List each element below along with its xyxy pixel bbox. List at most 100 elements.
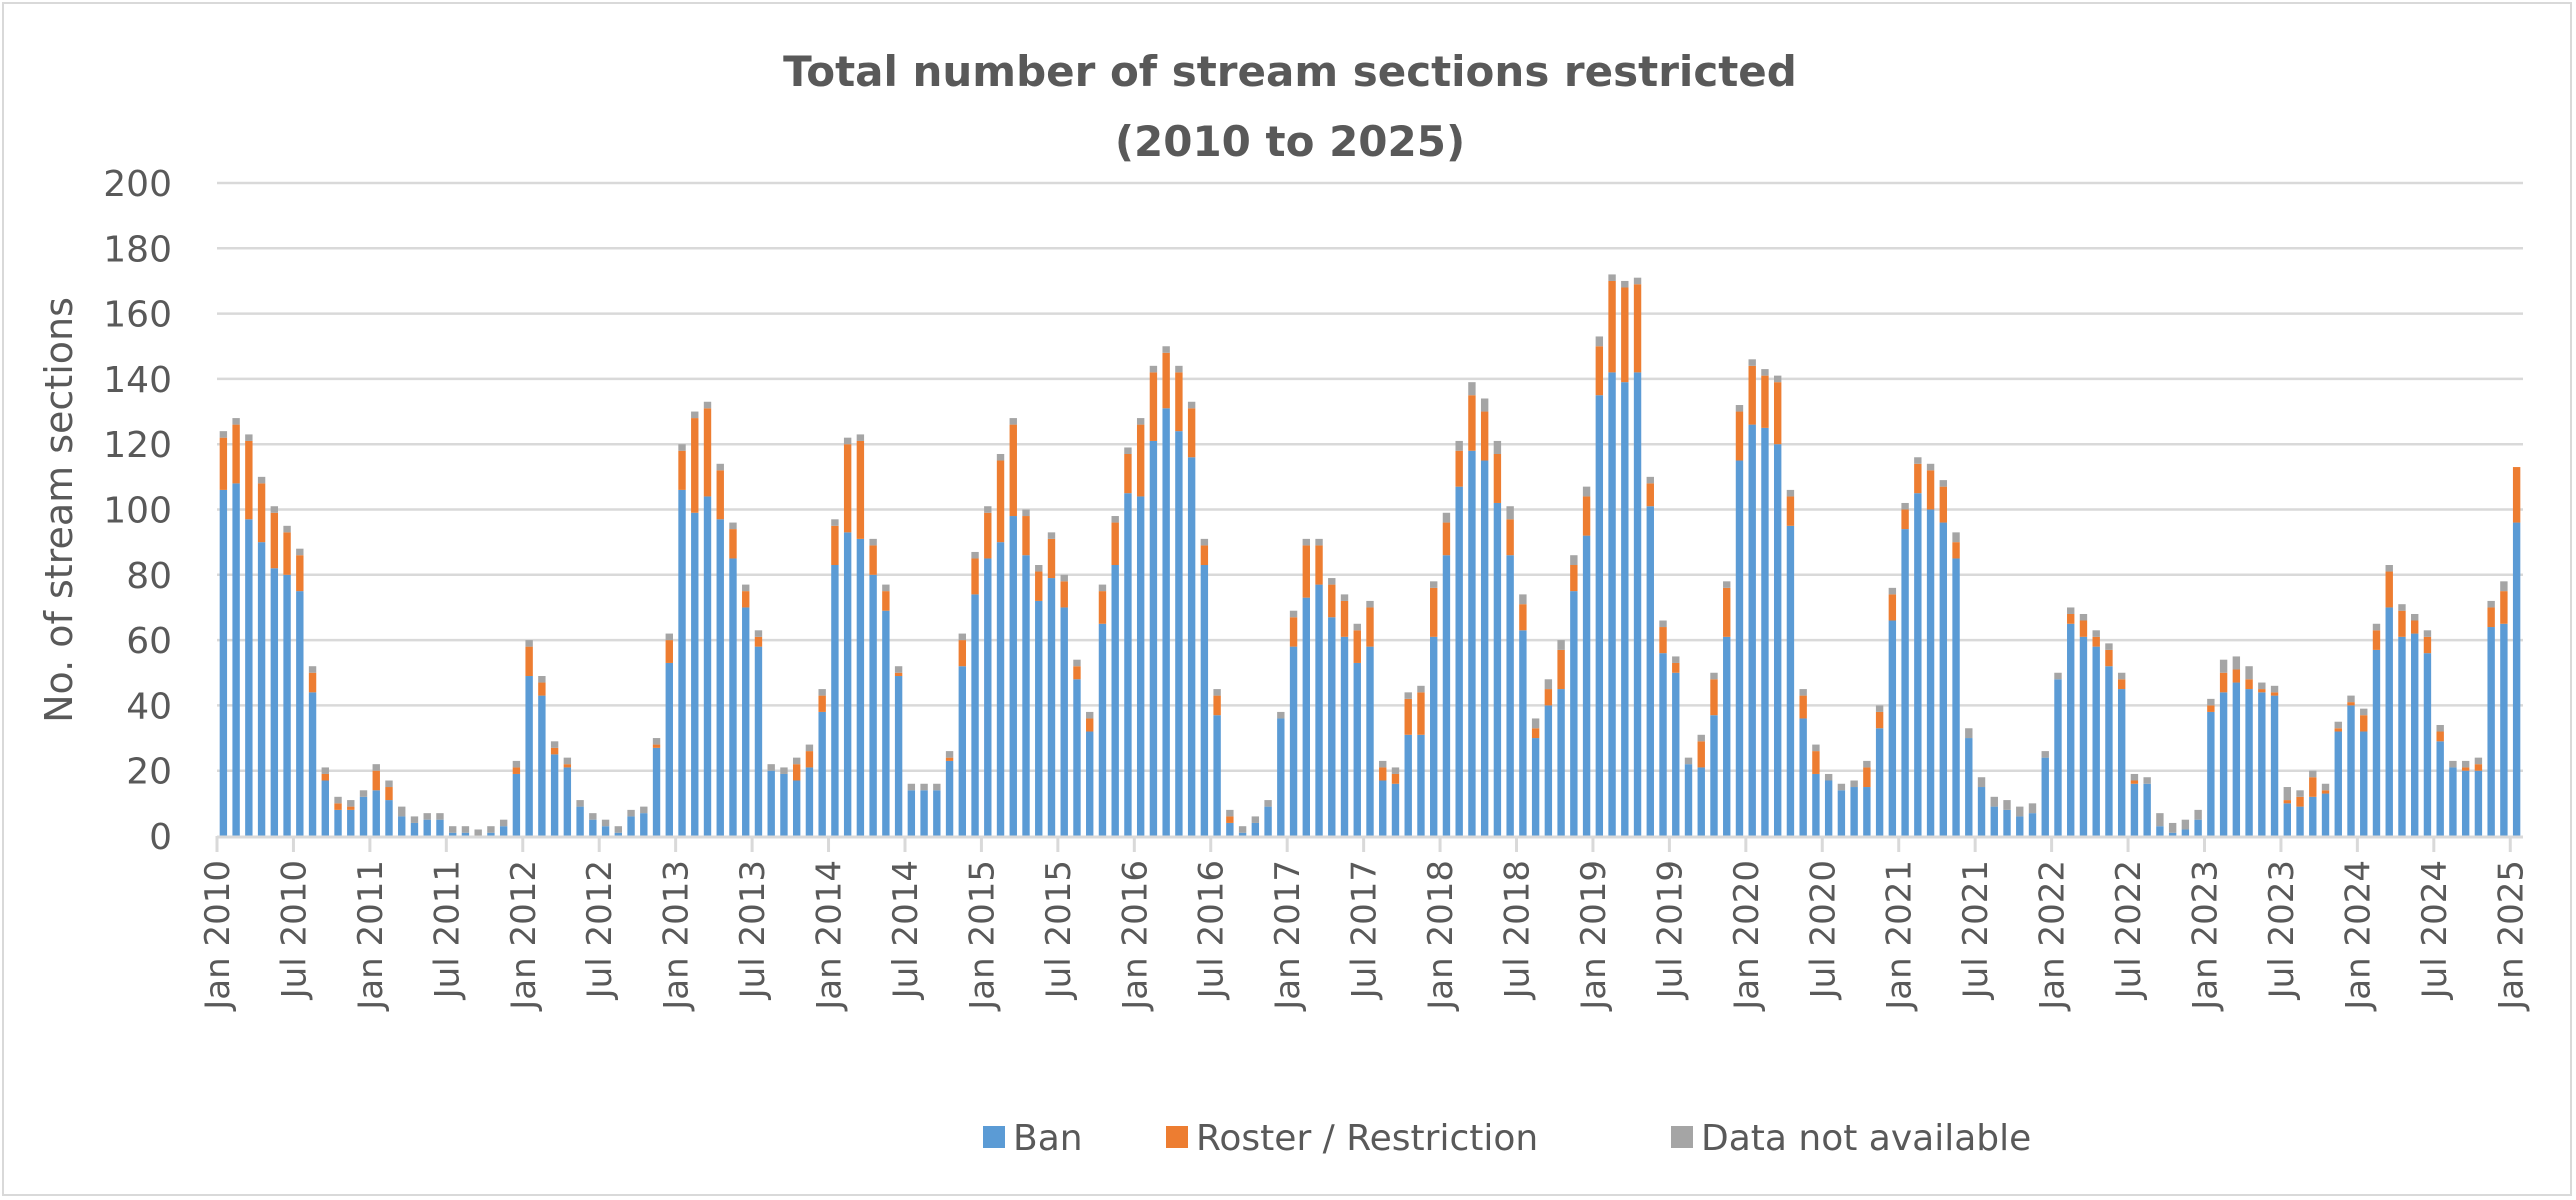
bar-roster-restriction	[1187, 408, 1196, 458]
bar-stack	[2309, 770, 2317, 836]
bar-stack	[2512, 467, 2521, 836]
bar-data-not-available	[1404, 692, 1412, 699]
bar-data-not-available	[2449, 760, 2457, 768]
legend-swatch	[1671, 1126, 1693, 1148]
bar-roster-restriction	[1761, 375, 1769, 428]
bar-stack	[907, 783, 916, 836]
x-tick-label: Jul 2010	[274, 860, 314, 1000]
bar-ban	[2092, 646, 2100, 836]
bar-data-not-available	[1328, 578, 1336, 585]
bar-roster-restriction	[1735, 411, 1744, 461]
bar-stack	[1723, 581, 1731, 836]
bar-ban	[1761, 427, 1769, 836]
bar-ban	[2461, 770, 2470, 836]
bar-data-not-available	[1659, 620, 1667, 628]
bar-stack	[665, 633, 673, 836]
bar-stack	[1098, 584, 1107, 836]
bar-stack	[1965, 728, 1973, 836]
bar-data-not-available	[1226, 809, 1234, 817]
bar-ban	[2130, 783, 2139, 836]
bar-ban	[2423, 653, 2432, 836]
bar-data-not-available	[640, 806, 648, 814]
x-tick-label: Jul 2017	[1345, 860, 1385, 1000]
bar-stack	[1149, 365, 1158, 836]
bar-stack	[2283, 787, 2291, 836]
bar-stack	[882, 584, 890, 836]
bar-data-not-available	[971, 551, 979, 559]
bar-ban	[780, 773, 788, 836]
bar-roster-restriction	[1939, 486, 1948, 523]
legend-item: Ban	[983, 1118, 1083, 1159]
bar-stack	[232, 418, 240, 836]
bar-stack	[1633, 277, 1642, 836]
bar-data-not-available	[831, 519, 839, 526]
bar-roster-restriction	[831, 525, 839, 566]
bar-roster-restriction	[1557, 649, 1565, 690]
bar-roster-restriction	[1149, 372, 1158, 441]
bar-stack	[652, 738, 661, 836]
bar-stack	[1761, 369, 1769, 836]
bar-stack	[716, 463, 724, 836]
bar-data-not-available	[945, 751, 954, 758]
bar-roster-restriction	[1404, 698, 1412, 735]
bar-stack	[2411, 613, 2419, 836]
bar-data-not-available	[1710, 672, 1718, 680]
bar-data-not-available	[1837, 783, 1846, 791]
bar-roster-restriction	[742, 591, 750, 608]
bar-stack	[984, 506, 992, 836]
bar-stack	[1506, 506, 1514, 836]
bar-stack	[1659, 620, 1667, 836]
bar-roster-restriction	[1417, 692, 1425, 735]
bar-data-not-available	[2219, 659, 2228, 673]
bar-ban	[1863, 787, 1871, 836]
bar-data-not-available	[2168, 822, 2177, 833]
y-tick-label: 180	[103, 229, 172, 270]
bar-ban	[1480, 460, 1489, 836]
bar-stack	[423, 813, 431, 836]
bar-roster-restriction	[843, 444, 852, 533]
x-tick-label: Jan 2011	[351, 860, 391, 1012]
bar-data-not-available	[563, 757, 572, 765]
bar-ban	[601, 826, 610, 836]
bar-data-not-available	[1213, 689, 1221, 696]
bar-stack	[1786, 489, 1795, 836]
bar-data-not-available	[321, 767, 329, 774]
legend-item: Data not available	[1671, 1118, 2031, 1159]
bar-roster-restriction	[1901, 509, 1909, 530]
bar-data-not-available	[2105, 643, 2113, 650]
bar-data-not-available	[410, 816, 419, 823]
bar-roster-restriction	[2245, 679, 2253, 690]
bar-data-not-available	[1582, 486, 1591, 497]
bar-ban	[2219, 692, 2228, 836]
bar-data-not-available	[1544, 679, 1553, 690]
bar-stack	[2398, 604, 2406, 836]
x-tick-label: Jan 2012	[504, 860, 544, 1012]
bar-roster-restriction	[1875, 711, 1884, 729]
bar-data-not-available	[334, 796, 342, 804]
bar-data-not-available	[742, 584, 750, 592]
bar-data-not-available	[1773, 375, 1782, 383]
bar-roster-restriction	[2092, 636, 2100, 647]
x-tick-label: Jan 2020	[1727, 860, 1767, 1012]
bar-stack	[1850, 780, 1858, 836]
bar-data-not-available	[1557, 640, 1565, 650]
bar-ban	[1391, 783, 1400, 836]
bar-ban	[2156, 826, 2164, 836]
bar-roster-restriction	[1379, 767, 1387, 781]
bar-data-not-available	[2321, 783, 2330, 791]
bar-stack	[2156, 813, 2164, 836]
bar-stack	[2194, 809, 2202, 836]
bar-stack	[1175, 365, 1183, 836]
bar-stack	[703, 401, 712, 836]
legend: Ban Roster / Restriction Data not availabl…	[983, 1118, 2031, 1159]
bar-ban	[1519, 630, 1527, 836]
bar-stack	[1824, 773, 1833, 836]
x-tick-label: Jul 2023	[2262, 860, 2302, 1000]
bar-ban	[1200, 565, 1209, 836]
bar-roster-restriction	[1022, 516, 1030, 556]
bar-ban	[767, 770, 775, 836]
bar-ban	[1633, 372, 1642, 836]
y-tick-label: 120	[103, 425, 172, 466]
bar-stack	[1162, 346, 1170, 836]
bar-data-not-available	[805, 744, 814, 752]
